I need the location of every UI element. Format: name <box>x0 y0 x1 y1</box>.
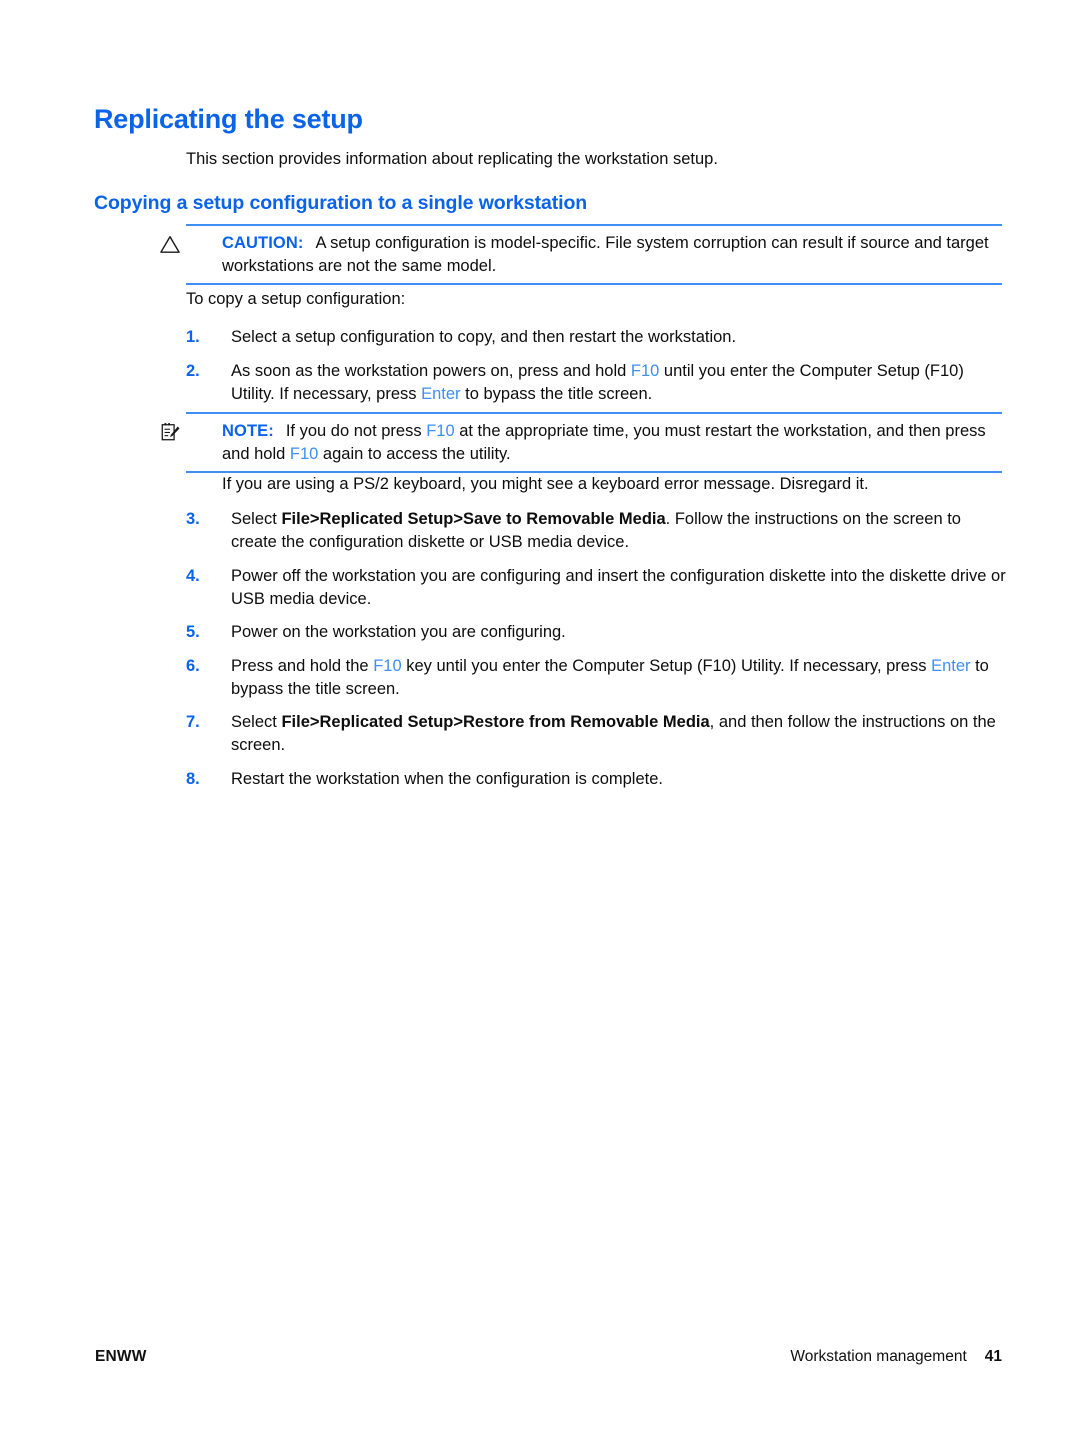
list-item: 6. Press and hold the F10 key until you … <box>186 655 1006 700</box>
list-item-text: Select a setup configuration to copy, an… <box>231 328 736 346</box>
list-item: 5. Power on the workstation you are conf… <box>186 621 1006 644</box>
list-item: 3. Select File>Replicated Setup>Save to … <box>186 508 1006 553</box>
note-text: If you do not press F10 at the appropria… <box>222 422 986 463</box>
key-label-enter: Enter <box>421 384 461 403</box>
note-text-part1: If you do not press <box>285 422 427 440</box>
list-item-number: 4. <box>186 567 200 585</box>
footer-chapter-label: Workstation management <box>790 1348 967 1365</box>
footer-locale: ENWW <box>95 1348 147 1365</box>
text-run-0: Power off the workstation you are config… <box>231 567 1006 608</box>
text-run-0: Press and hold the <box>231 657 374 675</box>
list-item-number: 2. <box>186 362 200 380</box>
list-item-text: Restart the workstation when the configu… <box>231 770 663 788</box>
list-item-text: Press and hold the F10 key until you ent… <box>231 657 989 698</box>
intro-paragraph: This section provides information about … <box>186 150 718 168</box>
list-item: 4. Power off the workstation you are con… <box>186 565 1006 610</box>
note-box: NOTE: If you do not press F10 at the appr… <box>161 412 1002 473</box>
text-run-0: Select <box>231 510 282 528</box>
key-label-f10: F10 <box>373 657 402 675</box>
footer-page-number: 41 <box>984 1348 1002 1365</box>
note-key-f10-first: F10 <box>426 422 455 440</box>
menu-path-text: File>Replicated Setup>Restore from Remov… <box>281 713 710 731</box>
lead-in-text: To copy a setup configuration: <box>186 290 406 308</box>
text-run-4: to bypass the title screen. <box>460 384 653 403</box>
text-run-0: As soon as the workstation powers on, pr… <box>231 362 631 380</box>
list-item-number: 3. <box>186 510 200 528</box>
caution-box: CAUTION: A setup configuration is model-s… <box>160 224 1002 285</box>
menu-path-text: File>Replicated Setup>Save to Removable … <box>281 510 666 528</box>
note-body: NOTE: If you do not press F10 at the appr… <box>161 420 1002 465</box>
list-item-text: Power on the workstation you are configu… <box>231 623 566 641</box>
interstitial-paragraph: If you are using a PS/2 keyboard, you mi… <box>222 475 869 493</box>
list-item: 8. Restart the workstation when the conf… <box>186 768 1006 791</box>
text-run-0: Select a setup configuration to copy, an… <box>231 328 737 346</box>
caution-body: CAUTION: A setup configuration is model-s… <box>160 232 1002 277</box>
warning-triangle-icon <box>158 234 182 254</box>
note-key-f10-second: F10 <box>289 444 319 463</box>
list-item: 2. As soon as the workstation powers on,… <box>186 360 1006 405</box>
section-subtitle: Copying a setup configuration to a singl… <box>94 192 588 214</box>
footer-chapter: Workstation management 41 <box>790 1348 1002 1366</box>
list-item-number: 8. <box>186 770 200 788</box>
list-item: 7. Select File>Replicated Setup>Restore … <box>186 711 1006 756</box>
list-item-number: 6. <box>186 657 200 675</box>
caution-text: A setup configuration is model-specific.… <box>222 234 989 275</box>
list-item-text: Select File>Replicated Setup>Save to Rem… <box>231 510 961 551</box>
list-item-text: Select File>Replicated Setup>Restore fro… <box>231 713 996 754</box>
key-label-enter: Enter <box>931 657 971 675</box>
list-item-number: 1. <box>186 328 200 346</box>
text-run-0: Select <box>231 713 282 731</box>
text-run-2: key until you enter the Computer Setup (… <box>401 657 932 675</box>
list-item-text: Power off the workstation you are config… <box>231 567 1006 608</box>
notepad-pencil-icon <box>158 422 182 442</box>
document-page: Replicating the setup This section provi… <box>0 0 1080 1437</box>
key-label-f10: F10 <box>630 362 660 380</box>
page-title: Replicating the setup <box>94 104 363 134</box>
note-label: NOTE: <box>222 422 274 440</box>
list-item-text: As soon as the workstation powers on, pr… <box>231 362 964 403</box>
caution-label: CAUTION: <box>222 234 304 252</box>
list-item-number: 7. <box>186 713 200 731</box>
text-run-0: Power on the workstation you are configu… <box>231 623 566 641</box>
note-text-part3: again to access the utility. <box>318 444 511 463</box>
text-run-0: Restart the workstation when the configu… <box>231 770 663 788</box>
list-item: 1. Select a setup configuration to copy,… <box>186 326 1006 349</box>
list-item-number: 5. <box>186 623 200 641</box>
